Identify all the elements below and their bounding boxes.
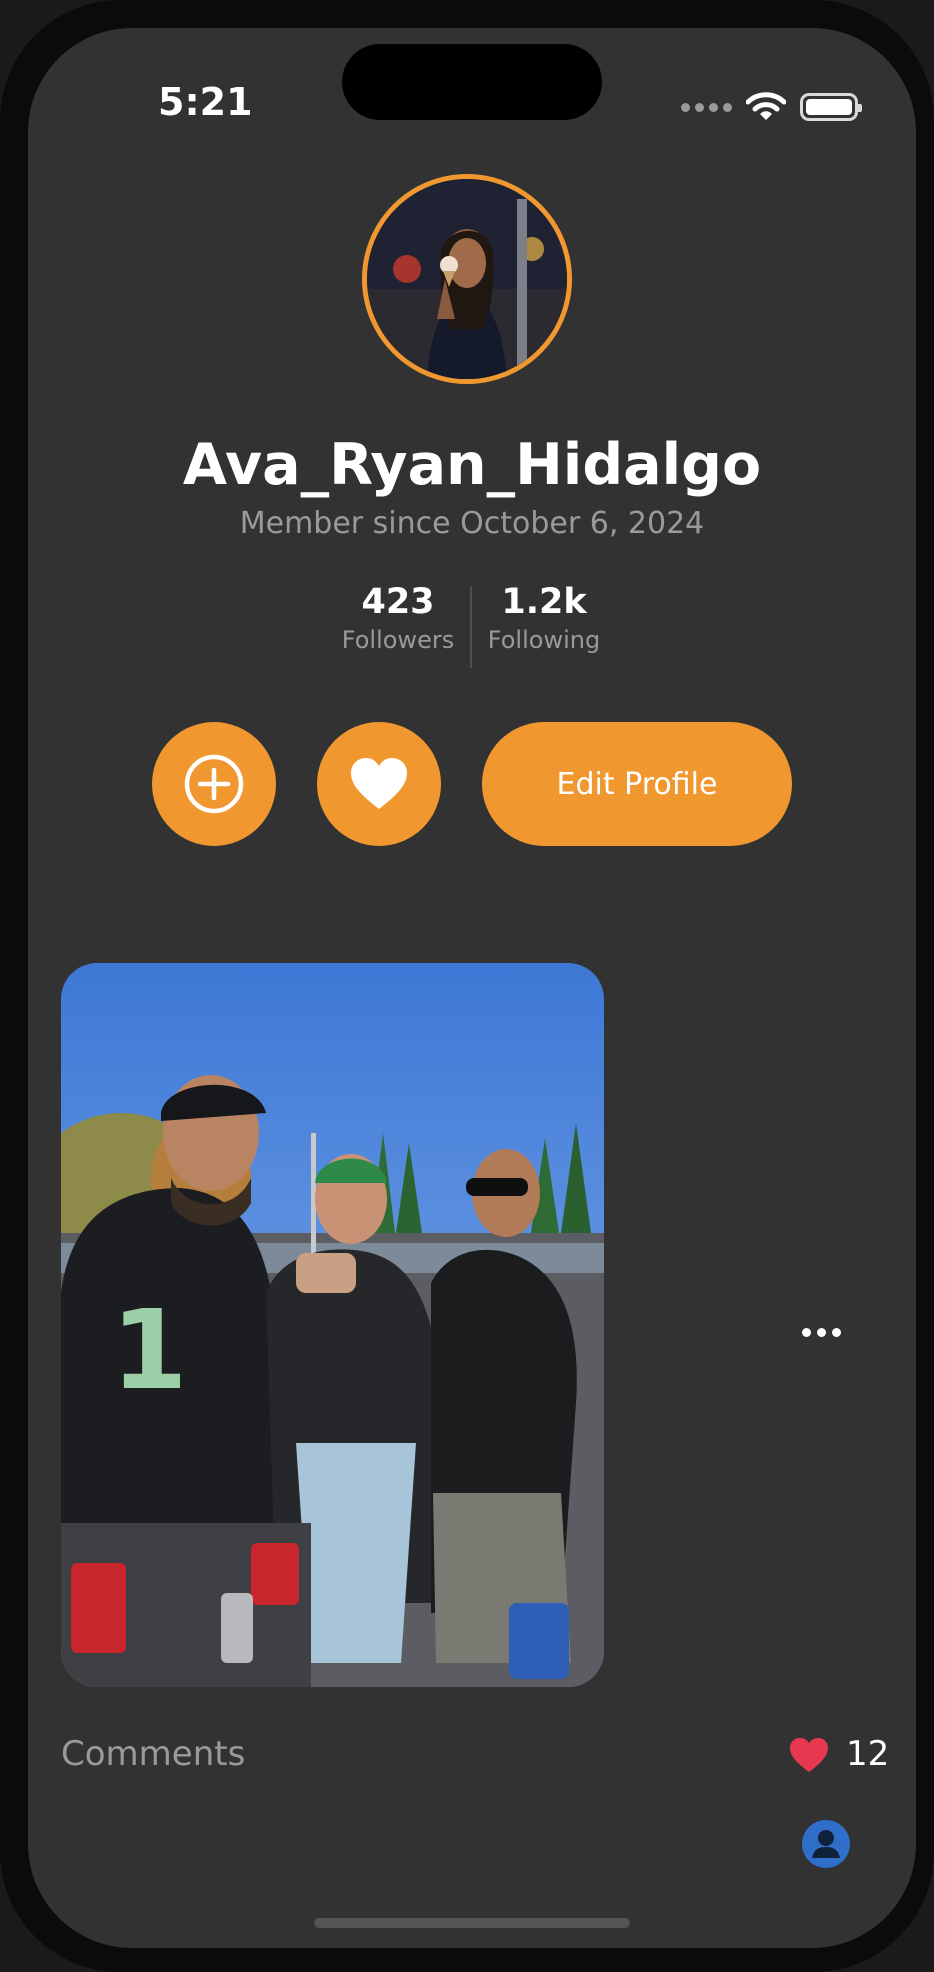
favorites-button[interactable]: [317, 722, 441, 846]
battery-icon: [800, 93, 862, 121]
status-time: 5:21: [158, 80, 253, 124]
like-count: 12: [846, 1734, 890, 1774]
home-indicator[interactable]: [314, 1918, 630, 1928]
cellular-signal-icon: [681, 102, 732, 112]
wifi-icon: [746, 92, 786, 120]
plus-circle-icon: [184, 754, 244, 814]
username: Ava_Ryan_Hidalgo: [182, 432, 762, 498]
comments-link[interactable]: Comments: [61, 1734, 245, 1774]
profile-stats: 423 Followers 1.2k Following: [326, 580, 616, 668]
followers-label: Followers: [341, 626, 455, 654]
profile-avatar[interactable]: [362, 174, 572, 384]
post-photo: 1: [61, 963, 604, 1687]
member-since: Member since October 6, 2024: [239, 506, 705, 541]
add-post-button[interactable]: [152, 722, 276, 846]
followers-stat[interactable]: 423 Followers: [326, 580, 470, 654]
person-icon: [812, 1830, 840, 1858]
commenter-avatar[interactable]: [802, 1820, 850, 1868]
post-more-button[interactable]: [802, 1322, 850, 1342]
status-icons: [681, 90, 862, 124]
followers-count: 423: [361, 582, 435, 622]
heart-icon: [351, 758, 407, 809]
edit-profile-button[interactable]: Edit Profile: [482, 722, 792, 846]
profile-screen: 5:21 Ava_Ryan_Hidalgo Member since Octob…: [28, 28, 916, 1948]
post-image[interactable]: 1: [61, 963, 604, 1687]
like-heart-icon[interactable]: [789, 1737, 829, 1773]
dynamic-island: [342, 44, 602, 120]
following-stat[interactable]: 1.2k Following: [472, 580, 616, 654]
svg-text:1: 1: [111, 1286, 188, 1414]
following-count: 1.2k: [501, 582, 587, 622]
following-label: Following: [487, 626, 601, 654]
avatar-photo: [367, 179, 567, 379]
device-frame: 5:21 Ava_Ryan_Hidalgo Member since Octob…: [0, 0, 934, 1972]
